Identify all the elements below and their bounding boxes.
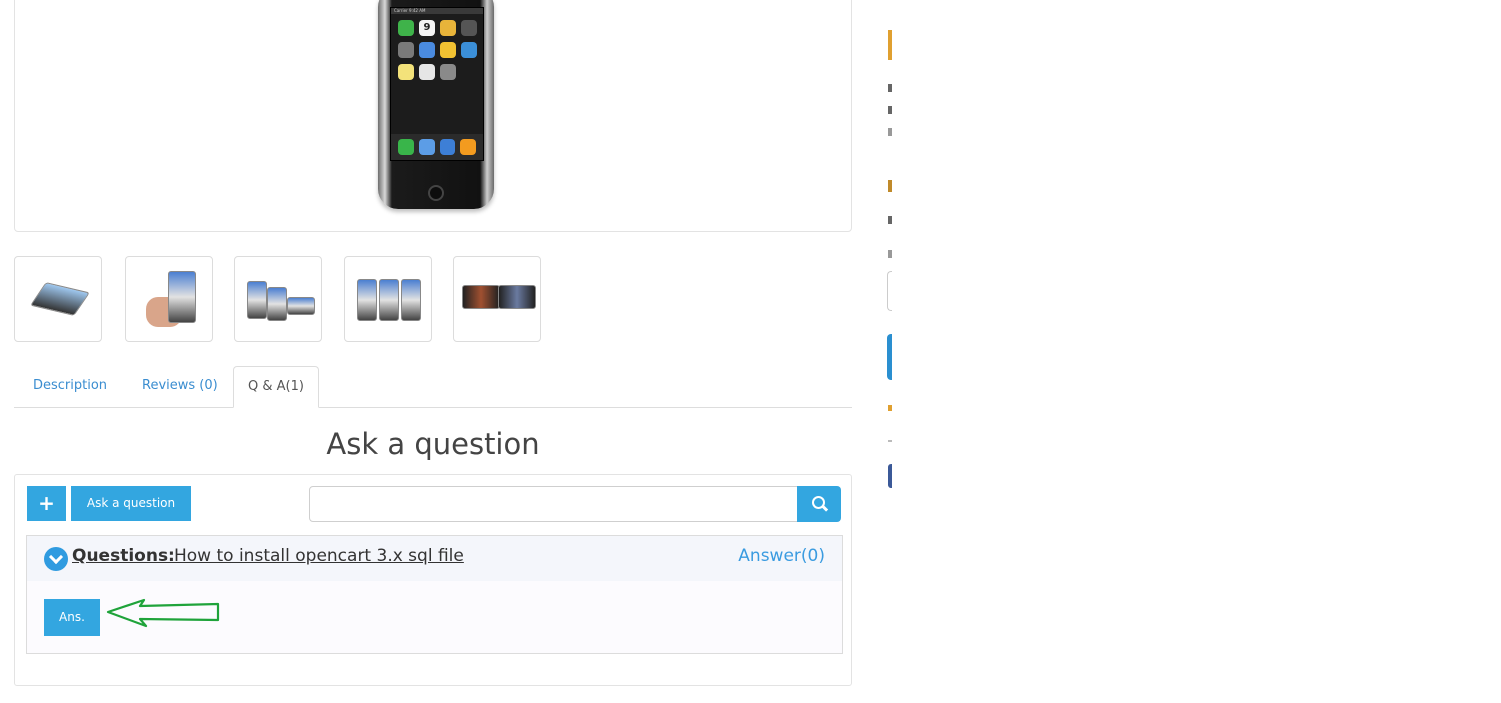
thumbnail-4[interactable] xyxy=(344,256,432,342)
answer-count-link[interactable]: Answer(0) xyxy=(738,546,825,566)
cropped-divider xyxy=(888,440,892,442)
search-button[interactable] xyxy=(797,486,841,522)
question-text[interactable]: How to install opencart 3.x sql file xyxy=(174,546,464,566)
cropped-add-to-cart-button[interactable] xyxy=(887,334,892,380)
question-search-input[interactable] xyxy=(309,486,798,522)
cropped-quantity-input[interactable] xyxy=(887,271,892,311)
thumbnail-1[interactable] xyxy=(14,256,102,342)
home-button-icon xyxy=(428,185,444,201)
chevron-down-icon[interactable] xyxy=(44,547,68,571)
iphone-image: Carrier 9:42 AM 9 xyxy=(378,0,494,209)
qa-heading: Ask a question xyxy=(326,427,540,461)
tab-reviews[interactable]: Reviews (0) xyxy=(125,366,235,408)
question-label: Questions: xyxy=(72,546,175,566)
ask-question-button[interactable]: Ask a question xyxy=(71,486,191,521)
thumbnail-3[interactable] xyxy=(234,256,322,342)
cropped-price-fragment xyxy=(888,30,892,60)
cropped-rating-fragment xyxy=(888,405,892,411)
cropped-text-2 xyxy=(888,106,892,114)
annotation-arrow-icon xyxy=(106,598,220,628)
calendar-icon: 9 xyxy=(419,20,435,36)
answer-button[interactable]: Ans. xyxy=(44,599,100,636)
add-question-plus-button[interactable]: + xyxy=(27,486,66,521)
cropped-text-4 xyxy=(888,180,892,192)
cropped-text-5 xyxy=(888,216,892,224)
cropped-share-button[interactable] xyxy=(888,464,892,488)
tab-description[interactable]: Description xyxy=(16,366,124,408)
cropped-text-1 xyxy=(888,84,892,92)
product-main-image[interactable]: Carrier 9:42 AM 9 xyxy=(14,0,852,232)
thumbnail-2[interactable] xyxy=(125,256,213,342)
tab-qa[interactable]: Q & A(1) xyxy=(233,366,319,408)
thumbnail-5[interactable] xyxy=(453,256,541,342)
cropped-text-6 xyxy=(888,250,892,258)
cropped-text-3 xyxy=(888,128,892,136)
phone-screen: Carrier 9:42 AM 9 xyxy=(390,7,484,161)
